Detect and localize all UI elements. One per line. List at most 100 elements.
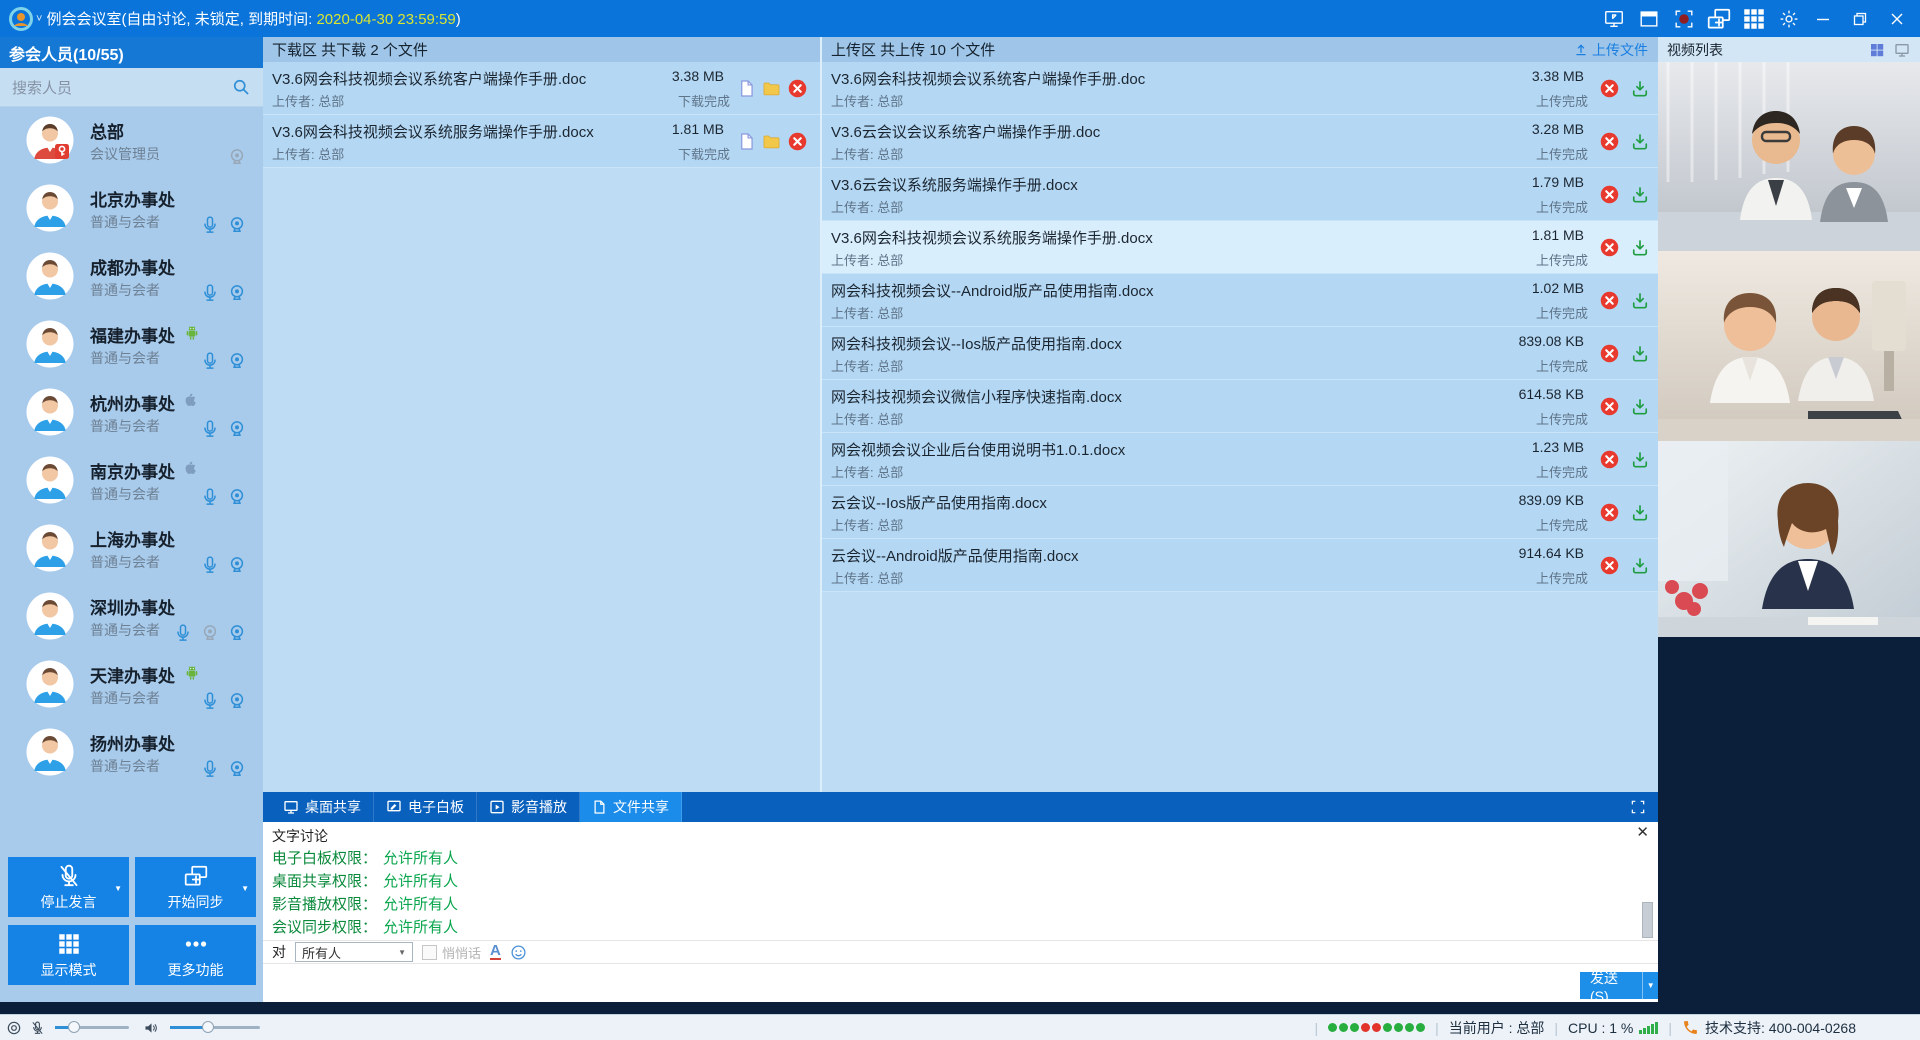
speaker-icon[interactable]: [143, 1020, 160, 1036]
mic-icon[interactable]: [200, 214, 220, 236]
file-row[interactable]: V3.6网会科技视频会议系统客户端操作手册.doc 上传者: 总部 3.38 M…: [263, 62, 820, 115]
webcam-off-icon[interactable]: [227, 146, 247, 168]
title-chevron-icon[interactable]: ˅: [36, 13, 42, 25]
webcam-icon[interactable]: [227, 282, 247, 304]
settings-icon[interactable]: [1776, 6, 1802, 32]
font-color-icon[interactable]: A: [490, 944, 501, 960]
delete-icon[interactable]: [1599, 131, 1620, 152]
participant-row[interactable]: 总部 会议管理员: [0, 107, 263, 175]
sidebar-button-3[interactable]: 显示模式: [8, 925, 129, 985]
delete-icon[interactable]: [1599, 396, 1620, 417]
mic-volume-slider[interactable]: [55, 1026, 129, 1029]
download-icon[interactable]: [1630, 238, 1650, 258]
delete-icon[interactable]: [1599, 343, 1620, 364]
mic-icon[interactable]: [200, 690, 220, 712]
whisper-checkbox[interactable]: [422, 945, 437, 960]
mic-muted-icon[interactable]: [30, 1020, 45, 1036]
mic-icon[interactable]: [200, 350, 220, 372]
download-icon[interactable]: [1630, 450, 1650, 470]
participant-row[interactable]: 深圳办事处 普通与会者: [0, 583, 263, 651]
window-mode-icon[interactable]: [1636, 6, 1662, 32]
file-row[interactable]: 云会议--Android版产品使用指南.docx 上传者: 总部 914.64 …: [822, 539, 1658, 592]
download-icon[interactable]: [1630, 291, 1650, 311]
participant-row[interactable]: 天津办事处 普通与会者: [0, 651, 263, 719]
chat-scrollbar[interactable]: [1642, 902, 1653, 938]
participant-search-input[interactable]: 搜索人员: [0, 68, 263, 107]
participant-row[interactable]: 杭州办事处 普通与会者: [0, 379, 263, 447]
file-row[interactable]: V3.6网会科技视频会议系统服务端操作手册.docx 上传者: 总部 1.81 …: [263, 115, 820, 168]
delete-icon[interactable]: [1599, 184, 1620, 205]
download-icon[interactable]: [1630, 344, 1650, 364]
speaker-volume-slider[interactable]: [170, 1026, 260, 1029]
webcam-icon[interactable]: [227, 622, 247, 644]
restore-button[interactable]: [1845, 5, 1875, 33]
delete-icon[interactable]: [787, 131, 808, 152]
participant-row[interactable]: 扬州办事处 普通与会者: [0, 719, 263, 787]
open-file-icon[interactable]: [737, 131, 756, 152]
video-thumbnail-3[interactable]: [1658, 441, 1920, 637]
webcam-icon[interactable]: [227, 690, 247, 712]
chevron-down-icon[interactable]: ▼: [241, 884, 249, 893]
download-icon[interactable]: [1630, 79, 1650, 99]
emoji-icon[interactable]: [510, 944, 527, 961]
video-thumbnail-2[interactable]: [1658, 251, 1920, 441]
delete-icon[interactable]: [1599, 237, 1620, 258]
sidebar-button-1[interactable]: 停止发言▼: [8, 857, 129, 917]
mic-icon[interactable]: [200, 282, 220, 304]
participant-row[interactable]: 北京办事处 普通与会者: [0, 175, 263, 243]
delete-icon[interactable]: [1599, 78, 1620, 99]
open-folder-icon[interactable]: [761, 79, 782, 98]
tab-4[interactable]: 文件共享: [580, 792, 682, 822]
send-button[interactable]: 发送(S) ▼: [1580, 972, 1658, 999]
download-icon[interactable]: [1630, 185, 1650, 205]
delete-icon[interactable]: [1599, 449, 1620, 470]
webcam-icon[interactable]: [227, 554, 247, 576]
mic-icon[interactable]: [200, 758, 220, 780]
participant-row[interactable]: 成都办事处 普通与会者: [0, 243, 263, 311]
webcam-icon[interactable]: [227, 214, 247, 236]
webcam-icon[interactable]: [227, 350, 247, 372]
webcam-icon[interactable]: [227, 486, 247, 508]
file-row[interactable]: V3.6网会科技视频会议系统客户端操作手册.doc 上传者: 总部 3.38 M…: [822, 62, 1658, 115]
tab-3[interactable]: 影音播放: [477, 792, 580, 822]
mic-icon[interactable]: [200, 554, 220, 576]
chat-input-area[interactable]: [263, 965, 1658, 1002]
delete-icon[interactable]: [1599, 290, 1620, 311]
file-row[interactable]: 网会科技视频会议微信小程序快速指南.docx 上传者: 总部 614.58 KB…: [822, 380, 1658, 433]
sidebar-button-4[interactable]: 更多功能: [135, 925, 256, 985]
record-icon[interactable]: [1671, 6, 1697, 32]
file-row[interactable]: 网会视频会议企业后台使用说明书1.0.1.docx 上传者: 总部 1.23 M…: [822, 433, 1658, 486]
video-thumbnail-1[interactable]: [1658, 62, 1920, 251]
mic-icon[interactable]: [173, 622, 193, 644]
tab-2[interactable]: 电子白板: [374, 792, 477, 822]
minimize-button[interactable]: [1808, 5, 1838, 33]
open-folder-icon[interactable]: [761, 132, 782, 151]
file-row[interactable]: V3.6云会议系统服务端操作手册.docx 上传者: 总部 1.79 MB 上传…: [822, 168, 1658, 221]
download-icon[interactable]: [1630, 556, 1650, 576]
delete-icon[interactable]: [787, 78, 808, 99]
file-row[interactable]: 网会科技视频会议--Android版产品使用指南.docx 上传者: 总部 1.…: [822, 274, 1658, 327]
download-icon[interactable]: [1630, 397, 1650, 417]
audio-device-icon[interactable]: [6, 1020, 22, 1036]
expand-icon[interactable]: [1630, 799, 1646, 815]
participant-row[interactable]: 上海办事处 普通与会者: [0, 515, 263, 583]
webcam-icon[interactable]: [227, 418, 247, 440]
file-row[interactable]: 云会议--Ios版产品使用指南.docx 上传者: 总部 839.09 KB 上…: [822, 486, 1658, 539]
download-icon[interactable]: [1630, 503, 1650, 523]
chevron-down-icon[interactable]: ▼: [114, 884, 122, 893]
chat-close-icon[interactable]: ✕: [1636, 823, 1649, 841]
sidebar-button-2[interactable]: 开始同步▼: [135, 857, 256, 917]
search-icon[interactable]: [231, 77, 251, 97]
mic-icon[interactable]: [200, 486, 220, 508]
delete-icon[interactable]: [1599, 502, 1620, 523]
file-row[interactable]: V3.6网会科技视频会议系统服务端操作手册.docx 上传者: 总部 1.81 …: [822, 221, 1658, 274]
mic-icon[interactable]: [200, 418, 220, 440]
open-file-icon[interactable]: [737, 78, 756, 99]
sync-screens-icon[interactable]: [1706, 6, 1732, 32]
participant-row[interactable]: 福建办事处 普通与会者: [0, 311, 263, 379]
screen-share-icon[interactable]: [1601, 6, 1627, 32]
webcam-off-icon[interactable]: [200, 622, 220, 644]
webcam-icon[interactable]: [227, 758, 247, 780]
participant-row[interactable]: 南京办事处 普通与会者: [0, 447, 263, 515]
layout-grid-icon[interactable]: [1741, 6, 1767, 32]
